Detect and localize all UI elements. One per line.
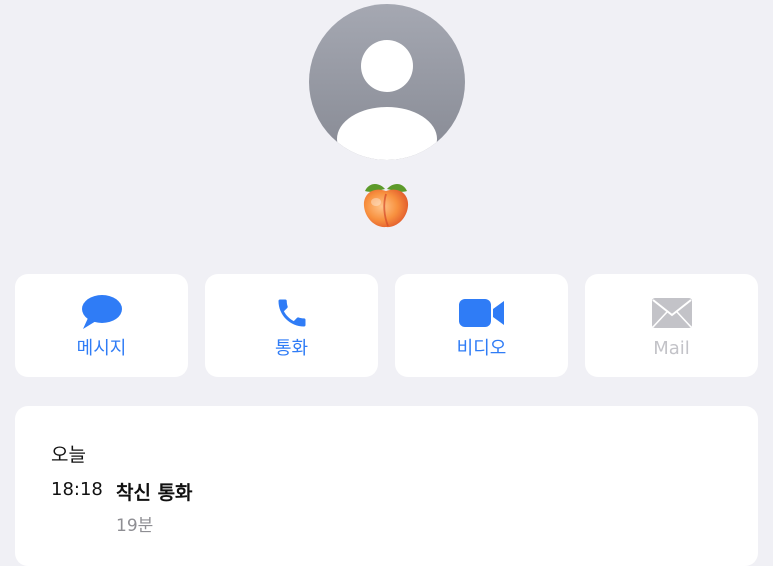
phone-icon (205, 294, 378, 332)
video-button-label: 비디오 (456, 338, 507, 359)
call-type: 착신 통화 (116, 482, 193, 504)
mail-button-label: Mail (653, 338, 690, 359)
message-button-label: 메시지 (76, 338, 127, 359)
call-time: 18:18 (51, 479, 103, 500)
contact-name-peach-emoji (355, 178, 417, 230)
call-history-card: 오늘 18:18 착신 통화 19분 (15, 406, 758, 566)
contact-avatar[interactable] (309, 4, 465, 160)
message-bubble-icon (15, 294, 188, 332)
message-button[interactable]: 메시지 (15, 274, 188, 377)
person-placeholder-icon (337, 40, 437, 160)
mail-button[interactable]: Mail (585, 274, 758, 377)
video-camera-icon (395, 294, 568, 332)
call-duration: 19분 (116, 516, 154, 536)
history-date-label: 오늘 (51, 444, 86, 466)
peach-emoji-icon (363, 183, 409, 228)
call-button-label: 통화 (274, 338, 309, 359)
video-button[interactable]: 비디오 (395, 274, 568, 377)
call-button[interactable]: 통화 (205, 274, 378, 377)
mail-envelope-icon (585, 294, 758, 332)
